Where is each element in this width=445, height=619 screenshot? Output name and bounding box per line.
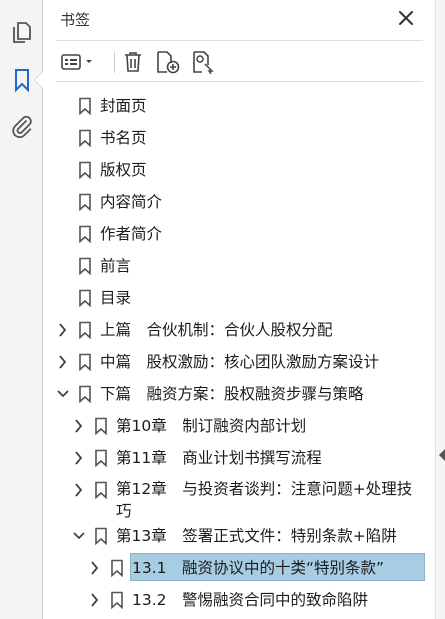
panel-resize-edge[interactable] — [435, 0, 445, 619]
bookmark-item[interactable]: 第13章 签署正式文件：特别条款+陷阱 — [44, 520, 435, 552]
bookmark-item[interactable]: 第11章 商业计划书撰写流程 — [44, 442, 435, 474]
chevron-right-icon[interactable] — [72, 450, 86, 466]
bookmark-add-icon — [157, 51, 180, 74]
chevron-right-icon[interactable] — [72, 418, 86, 434]
bookmark-item[interactable]: 作者简介 — [44, 218, 435, 250]
chevron-down-icon[interactable] — [72, 528, 86, 544]
bookmark-label: 下篇 融资方案：股权融资步骤与策略 — [100, 385, 364, 403]
bookmark-icon — [79, 385, 91, 403]
chevron-right-icon[interactable] — [56, 354, 70, 370]
bookmark-label: 内容简介 — [100, 193, 163, 211]
bookmark-icon — [79, 289, 91, 307]
bookmark-item[interactable]: 书名页 — [44, 122, 435, 154]
bookmark-icon — [79, 321, 91, 339]
bookmark-item[interactable]: 13.1 融资协议中的十类“特别条款” — [44, 552, 435, 584]
bookmark-label: 13.2 警惕融资合同中的致命陷阱 — [132, 591, 369, 609]
bookmark-search-icon — [193, 51, 214, 74]
paperclip-icon — [12, 115, 32, 138]
bookmark-item[interactable]: 第12章 与投资者谈判：注意问题+处理技巧 — [44, 474, 435, 520]
bookmark-icon — [111, 591, 123, 609]
bookmark-label: 版权页 — [100, 161, 147, 179]
bookmark-icon — [95, 527, 107, 545]
bookmark-icon — [95, 481, 107, 499]
bookmark-icon — [79, 193, 91, 211]
bookmark-item[interactable]: 前言 — [44, 250, 435, 282]
bookmarks-panel-button[interactable] — [9, 67, 35, 93]
bookmark-icon — [79, 257, 91, 275]
pages-icon — [13, 22, 31, 43]
delete-bookmark-button[interactable] — [121, 50, 145, 74]
chevron-right-icon[interactable] — [88, 560, 102, 576]
toolbar-separator — [114, 51, 115, 73]
bookmark-label: 书名页 — [100, 129, 147, 147]
bookmark-label: 封面页 — [100, 97, 147, 115]
bookmark-label: 前言 — [100, 257, 132, 275]
bookmark-label: 上篇 合伙机制：合伙人股权分配 — [100, 321, 333, 339]
bookmark-icon — [79, 225, 91, 243]
bookmark-label: 第13章 签署正式文件：特别条款+陷阱 — [116, 527, 397, 545]
bookmark-label: 第12章 与投资者谈判：注意问题+处理技巧 — [116, 480, 413, 520]
trash-icon — [125, 52, 141, 72]
bookmarks-toolbar — [56, 40, 423, 82]
bookmark-label: 第11章 商业计划书撰写流程 — [116, 449, 322, 467]
options-menu-button[interactable] — [60, 50, 96, 74]
bookmarks-panel: 书签 封面页 书名页 版权页 内容简介 作者简介 前言 目录 上篇 合伙机制：合… — [44, 0, 435, 619]
bookmark-item[interactable]: 目录 — [44, 282, 435, 314]
collapse-panel-arrow[interactable] — [439, 449, 445, 461]
bookmark-item[interactable]: 中篇 股权激励：核心团队激励方案设计 — [44, 346, 435, 378]
chevron-down-icon[interactable] — [56, 386, 70, 402]
bookmark-from-selection-button[interactable] — [191, 50, 217, 74]
panel-title: 书签 — [60, 11, 91, 29]
chevron-right-icon[interactable] — [72, 482, 86, 498]
chevron-right-icon[interactable] — [88, 592, 102, 608]
bookmark-icon — [79, 161, 91, 179]
bookmark-icon — [111, 559, 123, 577]
bookmark-item[interactable]: 封面页 — [44, 90, 435, 122]
bookmark-label: 目录 — [100, 289, 132, 307]
chevron-right-icon[interactable] — [56, 322, 70, 338]
bookmark-label: 作者简介 — [100, 225, 163, 243]
bookmark-item[interactable]: 版权页 — [44, 154, 435, 186]
bookmark-icon — [79, 97, 91, 115]
pages-thumbnail-button[interactable] — [9, 20, 35, 46]
bookmark-item[interactable]: 下篇 融资方案：股权融资步骤与策略 — [44, 378, 435, 410]
navigation-rail — [0, 0, 43, 619]
bookmark-label: 13.1 融资协议中的十类“特别条款” — [132, 559, 385, 577]
bookmark-icon — [95, 417, 107, 435]
bookmark-item[interactable]: 第10章 制订融资内部计划 — [44, 410, 435, 442]
attachments-button[interactable] — [9, 113, 35, 139]
list-options-icon — [61, 54, 92, 70]
active-indicator-fill — [35, 72, 43, 88]
close-icon — [399, 11, 413, 25]
close-panel-button[interactable] — [397, 9, 415, 27]
bookmark-item[interactable]: 内容简介 — [44, 186, 435, 218]
bookmark-label: 第10章 制订融资内部计划 — [116, 417, 307, 435]
bookmark-icon — [15, 69, 29, 92]
bookmark-label: 中篇 股权激励：核心团队激励方案设计 — [100, 353, 380, 371]
bookmark-icon — [79, 353, 91, 371]
bookmark-icon — [95, 449, 107, 467]
bookmark-item[interactable]: 上篇 合伙机制：合伙人股权分配 — [44, 314, 435, 346]
new-bookmark-button[interactable] — [155, 50, 181, 74]
bookmark-icon — [79, 129, 91, 147]
bookmark-item[interactable]: 13.2 警惕融资合同中的致命陷阱 — [44, 584, 435, 616]
